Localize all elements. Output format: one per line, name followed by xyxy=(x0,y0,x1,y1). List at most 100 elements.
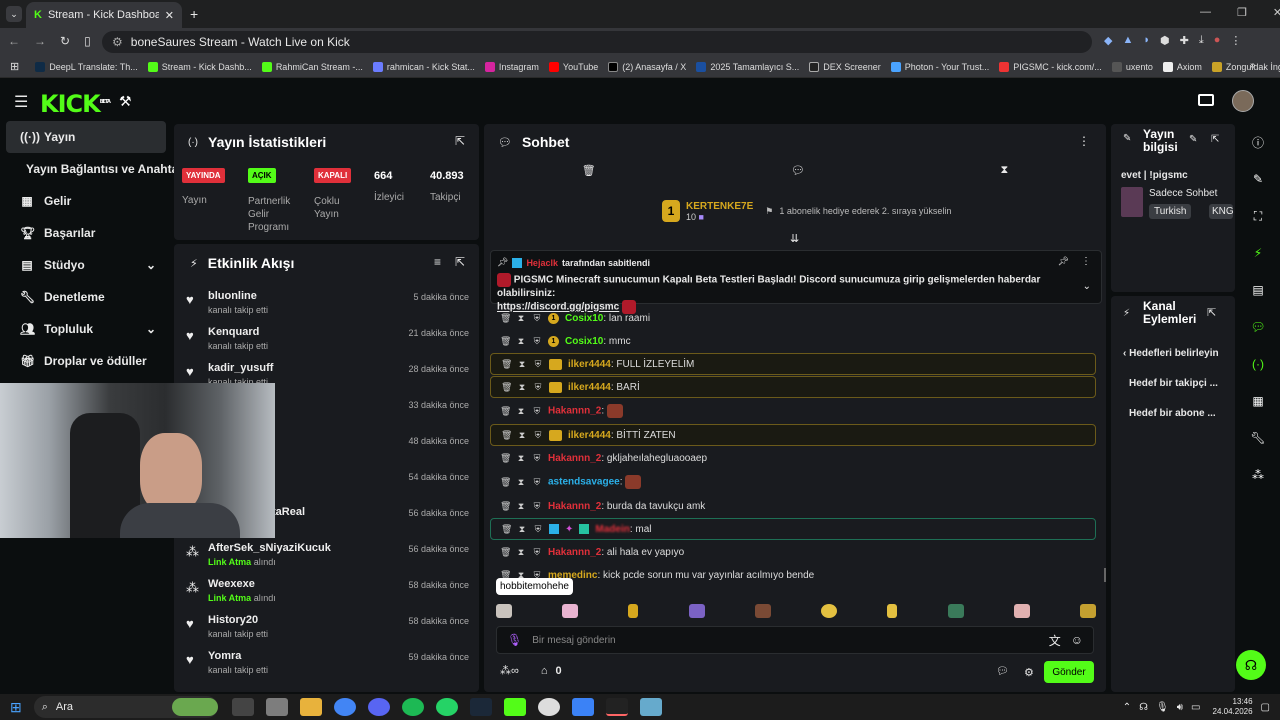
chat-username[interactable]: Hakannn_2 xyxy=(548,453,601,464)
emote[interactable] xyxy=(1013,604,1030,618)
goal-subscriber-item[interactable]: Hedef bir abone ... xyxy=(1129,408,1216,419)
feed-row[interactable]: ⁂ Weexexe Link Atma alındı 58 dakika önce xyxy=(174,574,479,610)
chat-bubble-icon[interactable]: 💬︎ xyxy=(791,164,805,186)
more-bookmarks-icon[interactable]: » xyxy=(1250,60,1256,71)
chat-bubble-icon[interactable]: 💬︎ xyxy=(996,666,1009,677)
steam-icon[interactable] xyxy=(469,698,492,716)
layout-icon[interactable]: ▦ xyxy=(1246,389,1270,413)
delete-icon[interactable]: 🗑︎ xyxy=(501,430,512,441)
chat-username[interactable]: Madein xyxy=(595,524,629,535)
chat-menu-icon[interactable]: ⋮ xyxy=(1078,134,1090,148)
chat-message[interactable]: 🗑︎ ⧗ ⛨ ilker4444: BİTTİ ZATEN xyxy=(490,424,1096,446)
reload-icon[interactable]: ↻ xyxy=(60,34,70,48)
chat-username[interactable]: astendsavagee xyxy=(548,477,620,488)
tab-close-icon[interactable]: ✕ xyxy=(165,9,174,22)
ban-icon[interactable]: ⛨ xyxy=(533,382,543,393)
info-icon[interactable]: ⓘ xyxy=(1246,130,1270,154)
unpin-icon[interactable]: 📌︎ xyxy=(1058,256,1069,267)
dashboard-layout-icon[interactable] xyxy=(1198,94,1214,106)
chat-scrollbar[interactable] xyxy=(1104,568,1106,582)
feed-row[interactable]: ♥ bluonline kanalı takip etti 5 dakika önce xyxy=(174,286,479,322)
ban-icon[interactable]: ⛨ xyxy=(532,336,542,347)
app-icon[interactable] xyxy=(639,698,662,716)
community-icon[interactable]: ⁂ xyxy=(1246,463,1270,487)
chat-username[interactable]: ilker4444 xyxy=(568,382,611,393)
timeout-icon[interactable]: ⧗ xyxy=(516,336,526,347)
chat-message[interactable]: 🗑︎ ⧗ ⛨ 1 Cosix10: mmc xyxy=(490,330,1096,352)
extension-icon[interactable]: ⬢ xyxy=(1160,34,1170,47)
chat-message[interactable]: 🗑︎ ⧗ ⛨ Hakannn_2: xyxy=(490,399,1096,423)
settings-gear-icon[interactable]: ⚙ xyxy=(1024,666,1034,679)
bookmark-deepl[interactable]: DeepL Translate: Th... xyxy=(35,61,138,72)
chat-message[interactable]: 🗑︎ ⧗ ⛨ ilker4444: FULL İZLEYELİM xyxy=(490,353,1096,375)
gift-leader[interactable]: 1 KERTENKE7E 10 ■ ⚑ 1 abonelik hediye ede… xyxy=(662,200,951,222)
volume-icon[interactable]: 🔊︎ xyxy=(1177,702,1183,713)
spotify-icon[interactable] xyxy=(401,698,424,716)
menu-dots-icon[interactable]: ⋮ xyxy=(1230,34,1241,47)
delete-icon[interactable]: 🗑︎ xyxy=(501,359,512,370)
minimize-icon[interactable]: — xyxy=(1200,6,1211,19)
notifications-icon[interactable]: ▢ xyxy=(1261,702,1270,713)
fullscreen-icon[interactable]: ⛶ xyxy=(1246,204,1270,228)
extensions-puzzle-icon[interactable]: ✚ xyxy=(1180,34,1189,47)
sidebar-item-yayin[interactable]: ((·)) Yayın xyxy=(6,121,166,153)
emote[interactable] xyxy=(628,604,639,618)
hammer-icon[interactable]: ⚒ xyxy=(119,93,132,110)
chat-message[interactable]: 🗑︎ ⧗ ⛨ astendsavagee: xyxy=(490,470,1096,494)
timeout-icon[interactable]: ⧗ xyxy=(516,477,526,488)
chat-username[interactable]: ilker4444 xyxy=(568,359,611,370)
windows-start-icon[interactable]: ⊞ xyxy=(10,699,22,716)
document-icon[interactable]: ▤ xyxy=(1246,278,1270,302)
bookmark-zonguldak[interactable]: Zonguldak İngilizce... xyxy=(1211,61,1280,72)
bookmark-rahmican-stats[interactable]: rahmican - Kick Stat... xyxy=(372,61,475,72)
bookmark-axiom[interactable]: Axiom xyxy=(1162,61,1202,72)
support-headset-icon[interactable]: ☊ xyxy=(1236,650,1266,680)
chat-message[interactable]: 🗑︎ ⧗ ⛨ memedinc: kick pcde sorun mu var yay… xyxy=(490,564,1096,586)
emote[interactable] xyxy=(496,604,512,618)
popout-icon[interactable]: ⇱ xyxy=(455,255,465,269)
chat-message[interactable]: 🗑︎ ⧗ ⛨ ✦ Madein: mal xyxy=(490,518,1096,540)
back-icon[interactable]: ← xyxy=(8,34,20,48)
ban-icon[interactable]: ⛨ xyxy=(533,524,543,535)
timeout-icon[interactable]: ⧗ xyxy=(517,524,527,535)
obs-icon[interactable] xyxy=(537,698,560,716)
delete-icon[interactable]: 🗑︎ xyxy=(500,501,511,512)
hamburger-menu-icon[interactable]: ☰ xyxy=(14,92,28,112)
delete-icon[interactable]: 🗑︎ xyxy=(500,453,511,464)
browser-tab-active[interactable]: K Stream - Kick Dashboard ✕ xyxy=(26,2,182,28)
stream-category[interactable]: Sadece Sohbet xyxy=(1149,188,1217,199)
delete-icon[interactable]: 🗑︎ xyxy=(500,313,511,324)
timeout-icon[interactable]: ⧗ xyxy=(517,359,527,370)
goal-follower-item[interactable]: Hedef bir takipçi ... xyxy=(1129,378,1218,389)
feed-row[interactable]: ♥ History20 kanalı takip etti 58 dakika önc… xyxy=(174,610,479,646)
popout-icon[interactable]: ⇱ xyxy=(1207,306,1216,319)
emote[interactable] xyxy=(887,604,898,618)
user-avatar[interactable] xyxy=(1232,90,1254,112)
timeout-icon[interactable]: ⧗ xyxy=(517,430,527,441)
chat-username[interactable]: Cosix10 xyxy=(565,313,603,324)
ban-icon[interactable]: ⛨ xyxy=(532,313,542,324)
ban-icon[interactable]: ⛨ xyxy=(532,547,542,558)
feed-row[interactable]: ♥ Yomra kanalı takip etti 59 dakika önce xyxy=(174,646,479,682)
popout-icon[interactable]: ⇱ xyxy=(455,134,465,148)
extension-icon[interactable]: ◗ xyxy=(1143,34,1150,47)
timeout-icon[interactable]: ⧗ xyxy=(516,313,526,324)
taskbar-search[interactable]: ⌕ Ara xyxy=(33,696,218,718)
chat-username[interactable]: Hakannn_2 xyxy=(548,501,601,512)
address-bar[interactable]: ⚙ boneSaures Stream - Watch Live on Kick xyxy=(102,31,1092,53)
task-view-icon[interactable] xyxy=(231,698,254,716)
chat-message[interactable]: 🗑︎ ⧗ ⛨ Hakannn_2: ali hala ev yapıyo xyxy=(490,541,1096,563)
app-icon[interactable] xyxy=(265,698,288,716)
sidebar-item-stream-key[interactable]: Yayın Bağlantısı ve Anahtarı xyxy=(6,153,186,185)
delete-icon[interactable]: 🗑︎ xyxy=(500,336,511,347)
headphones-icon[interactable]: ☊ xyxy=(1139,702,1148,713)
chat-message[interactable]: 🗑︎ ⧗ ⛨ ilker4444: BARİ xyxy=(490,376,1096,398)
feed-row[interactable]: ♥ Kenquard kanalı takip etti 21 dakika önce xyxy=(174,322,479,358)
bookmark-tamamlayici[interactable]: 2025 Tamamlayıcı S... xyxy=(696,61,799,72)
sidebar-item-droplar[interactable]: 🎁︎ Droplar ve ödüller xyxy=(6,345,166,377)
bookmark-x[interactable]: (2) Anasayfa / X xyxy=(608,61,686,72)
app-icon[interactable] xyxy=(571,698,594,716)
timeout-icon[interactable]: ⧗ xyxy=(517,382,527,393)
bookmark-youtube[interactable]: YouTube xyxy=(548,61,598,72)
chat-username[interactable]: ilker4444 xyxy=(568,430,611,441)
